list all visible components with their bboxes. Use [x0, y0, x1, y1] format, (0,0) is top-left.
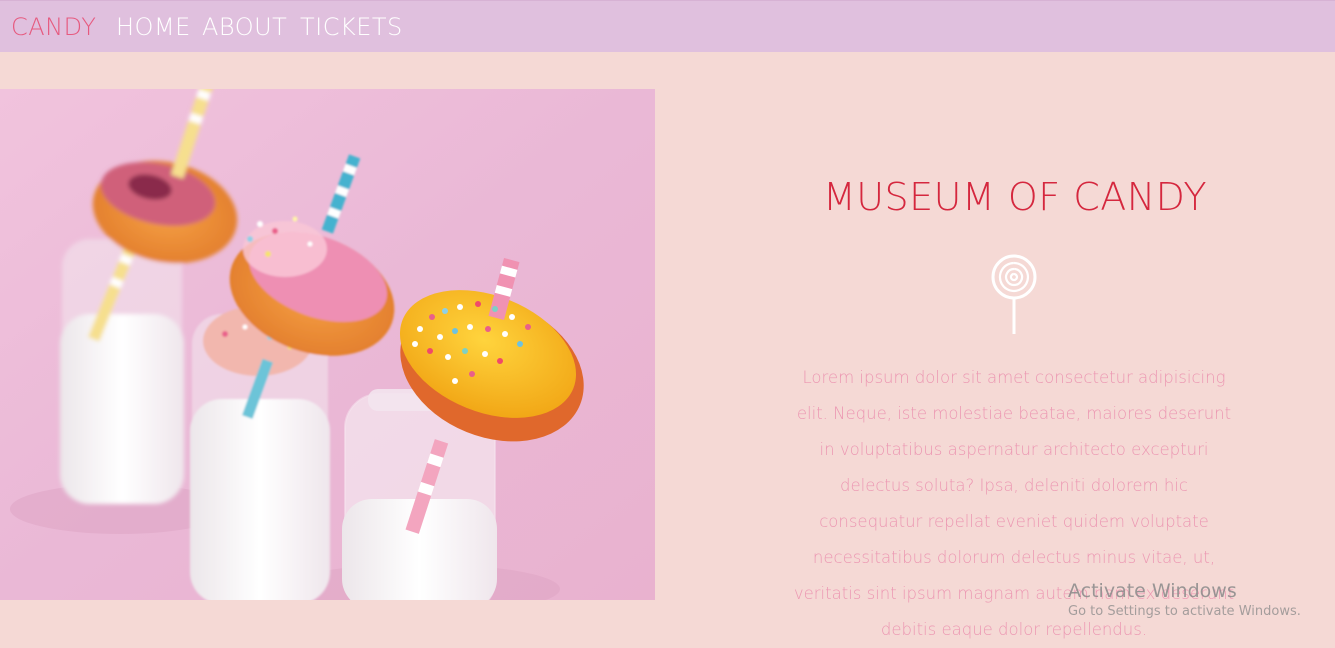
activate-windows-watermark: Activate Windows Go to Settings to activ… [1068, 580, 1301, 619]
donuts-milk-photo [0, 89, 655, 600]
page-title: MUSEUM OF CANDY [822, 175, 1208, 219]
nav-home-link[interactable]: HOME [116, 13, 191, 41]
brand-link[interactable]: CANDY [11, 13, 96, 41]
lollipop-icon [990, 254, 1038, 340]
nav-about-link[interactable]: ABOUT [202, 13, 287, 41]
hero-image [0, 89, 655, 600]
nav-tickets-link[interactable]: TICKETS [300, 13, 403, 41]
navbar: CANDY HOME ABOUT TICKETS [0, 0, 1335, 52]
watermark-title: Activate Windows [1068, 580, 1237, 602]
